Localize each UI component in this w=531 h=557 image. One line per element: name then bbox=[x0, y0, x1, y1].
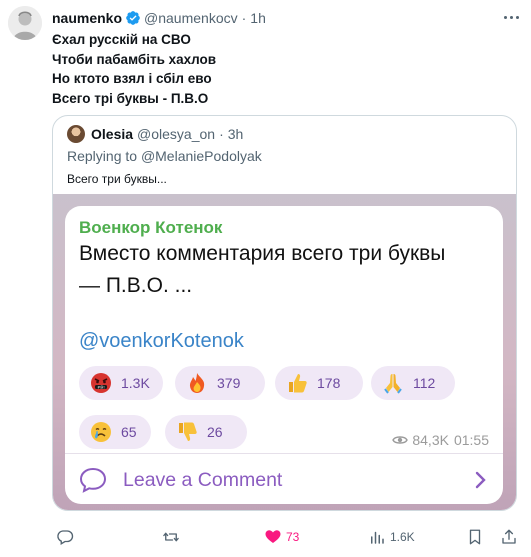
quote-separator: · bbox=[219, 126, 224, 142]
tweet-text: Єхал русскій на СВО Чтоби пабамбіть хахл… bbox=[52, 30, 216, 108]
quoted-tweet-card[interactable]: Olesia @olesya_on · 3h Replying to @Mela… bbox=[52, 115, 517, 511]
channel-link: @voenkorKotenok bbox=[79, 330, 244, 352]
reaction-chip: 65 bbox=[79, 415, 151, 449]
reaction-chip: 26 bbox=[165, 415, 247, 449]
praying-hands-icon bbox=[381, 371, 405, 395]
reply-button[interactable] bbox=[56, 528, 78, 546]
reaction-chip: 379 bbox=[175, 366, 265, 400]
bubble-divider bbox=[65, 453, 503, 454]
reaction-chip: 178 bbox=[275, 366, 363, 400]
tweet-time[interactable]: 1h bbox=[250, 10, 266, 26]
views-button[interactable]: 1.6K bbox=[368, 528, 415, 546]
like-count: 73 bbox=[286, 530, 300, 544]
chevron-right-icon bbox=[475, 471, 486, 489]
thumbs-down-icon bbox=[175, 420, 199, 444]
quote-author-handle[interactable]: @olesya_on bbox=[137, 126, 215, 142]
header-separator: · bbox=[241, 10, 247, 26]
quote-media-image[interactable]: Военкор Котенок Вместо комментария всего… bbox=[53, 194, 516, 510]
angry-swearing-face-icon: #@! bbox=[89, 371, 113, 395]
more-options-icon[interactable] bbox=[501, 10, 521, 24]
channel-name: Военкор Котенок bbox=[79, 218, 223, 237]
author-handle[interactable]: @naumenkocv bbox=[144, 10, 238, 26]
telegram-post-bubble: Военкор Котенок Вместо комментария всего… bbox=[65, 206, 503, 504]
repost-icon bbox=[163, 532, 179, 542]
post-view-count: 84,3K bbox=[412, 432, 449, 448]
tweet-action-bar: 73 1.6K bbox=[52, 528, 520, 548]
tweet-header: naumenko @naumenkocv · 1h bbox=[52, 9, 266, 27]
replying-to-mention[interactable]: @MelaniePodolyak bbox=[141, 148, 262, 164]
fire-icon bbox=[185, 371, 209, 395]
quote-author-name[interactable]: Olesia bbox=[91, 126, 133, 142]
quote-avatar[interactable] bbox=[67, 125, 85, 143]
thumbs-up-icon bbox=[285, 371, 309, 395]
post-text-line: Вместо комментария всего три буквы bbox=[79, 242, 446, 265]
repost-button[interactable] bbox=[162, 528, 184, 546]
reaction-count: 65 bbox=[121, 424, 137, 440]
replying-to-label: Replying to bbox=[67, 148, 138, 164]
view-count: 1.6K bbox=[390, 530, 415, 544]
comment-bubble-icon bbox=[79, 467, 107, 493]
post-time: 01:55 bbox=[453, 432, 489, 448]
share-button[interactable] bbox=[500, 528, 518, 546]
quote-header: Olesia @olesya_on · 3h bbox=[67, 125, 243, 143]
like-button[interactable]: 73 bbox=[264, 528, 299, 546]
analytics-icon bbox=[371, 531, 384, 544]
quote-text: Всего три буквы... bbox=[67, 172, 167, 186]
bookmark-button[interactable] bbox=[466, 528, 484, 546]
reaction-count: 178 bbox=[317, 375, 341, 391]
reply-icon bbox=[57, 530, 74, 545]
author-avatar[interactable] bbox=[8, 6, 42, 40]
verified-badge-icon bbox=[125, 10, 141, 26]
crying-face-icon bbox=[89, 420, 113, 444]
tweet-line: Єхал русскій на СВО bbox=[52, 32, 191, 47]
leave-comment-row: Leave a Comment bbox=[79, 464, 489, 496]
tweet-line: Но ктото взял і сбіл ево bbox=[52, 71, 212, 86]
bookmark-icon bbox=[469, 529, 481, 545]
tweet-line: Всего трі буквы - П.В.О bbox=[52, 90, 209, 106]
post-views: 84,3K 01:55 bbox=[392, 432, 489, 448]
reaction-count: 26 bbox=[207, 424, 223, 440]
leave-comment-label: Leave a Comment bbox=[123, 468, 283, 491]
heart-icon bbox=[265, 530, 281, 543]
share-icon bbox=[502, 529, 516, 544]
author-name[interactable]: naumenko bbox=[52, 10, 122, 26]
reaction-chip: 112 bbox=[371, 366, 455, 400]
reaction-count: 112 bbox=[413, 375, 436, 391]
avatar-image bbox=[8, 6, 42, 40]
reaction-chip: #@! 1.3K bbox=[79, 366, 163, 400]
svg-text:#@!: #@! bbox=[97, 385, 105, 389]
replying-to-line: Replying to @MelaniePodolyak bbox=[67, 148, 262, 164]
quote-time[interactable]: 3h bbox=[228, 126, 244, 142]
post-text-line: — П.В.О. ... bbox=[79, 274, 193, 297]
tweet-line: Чтоби пабамбіть хахлов bbox=[52, 51, 217, 67]
reaction-count: 1.3K bbox=[121, 375, 150, 391]
eye-icon bbox=[392, 436, 409, 444]
reaction-count: 379 bbox=[217, 375, 241, 391]
